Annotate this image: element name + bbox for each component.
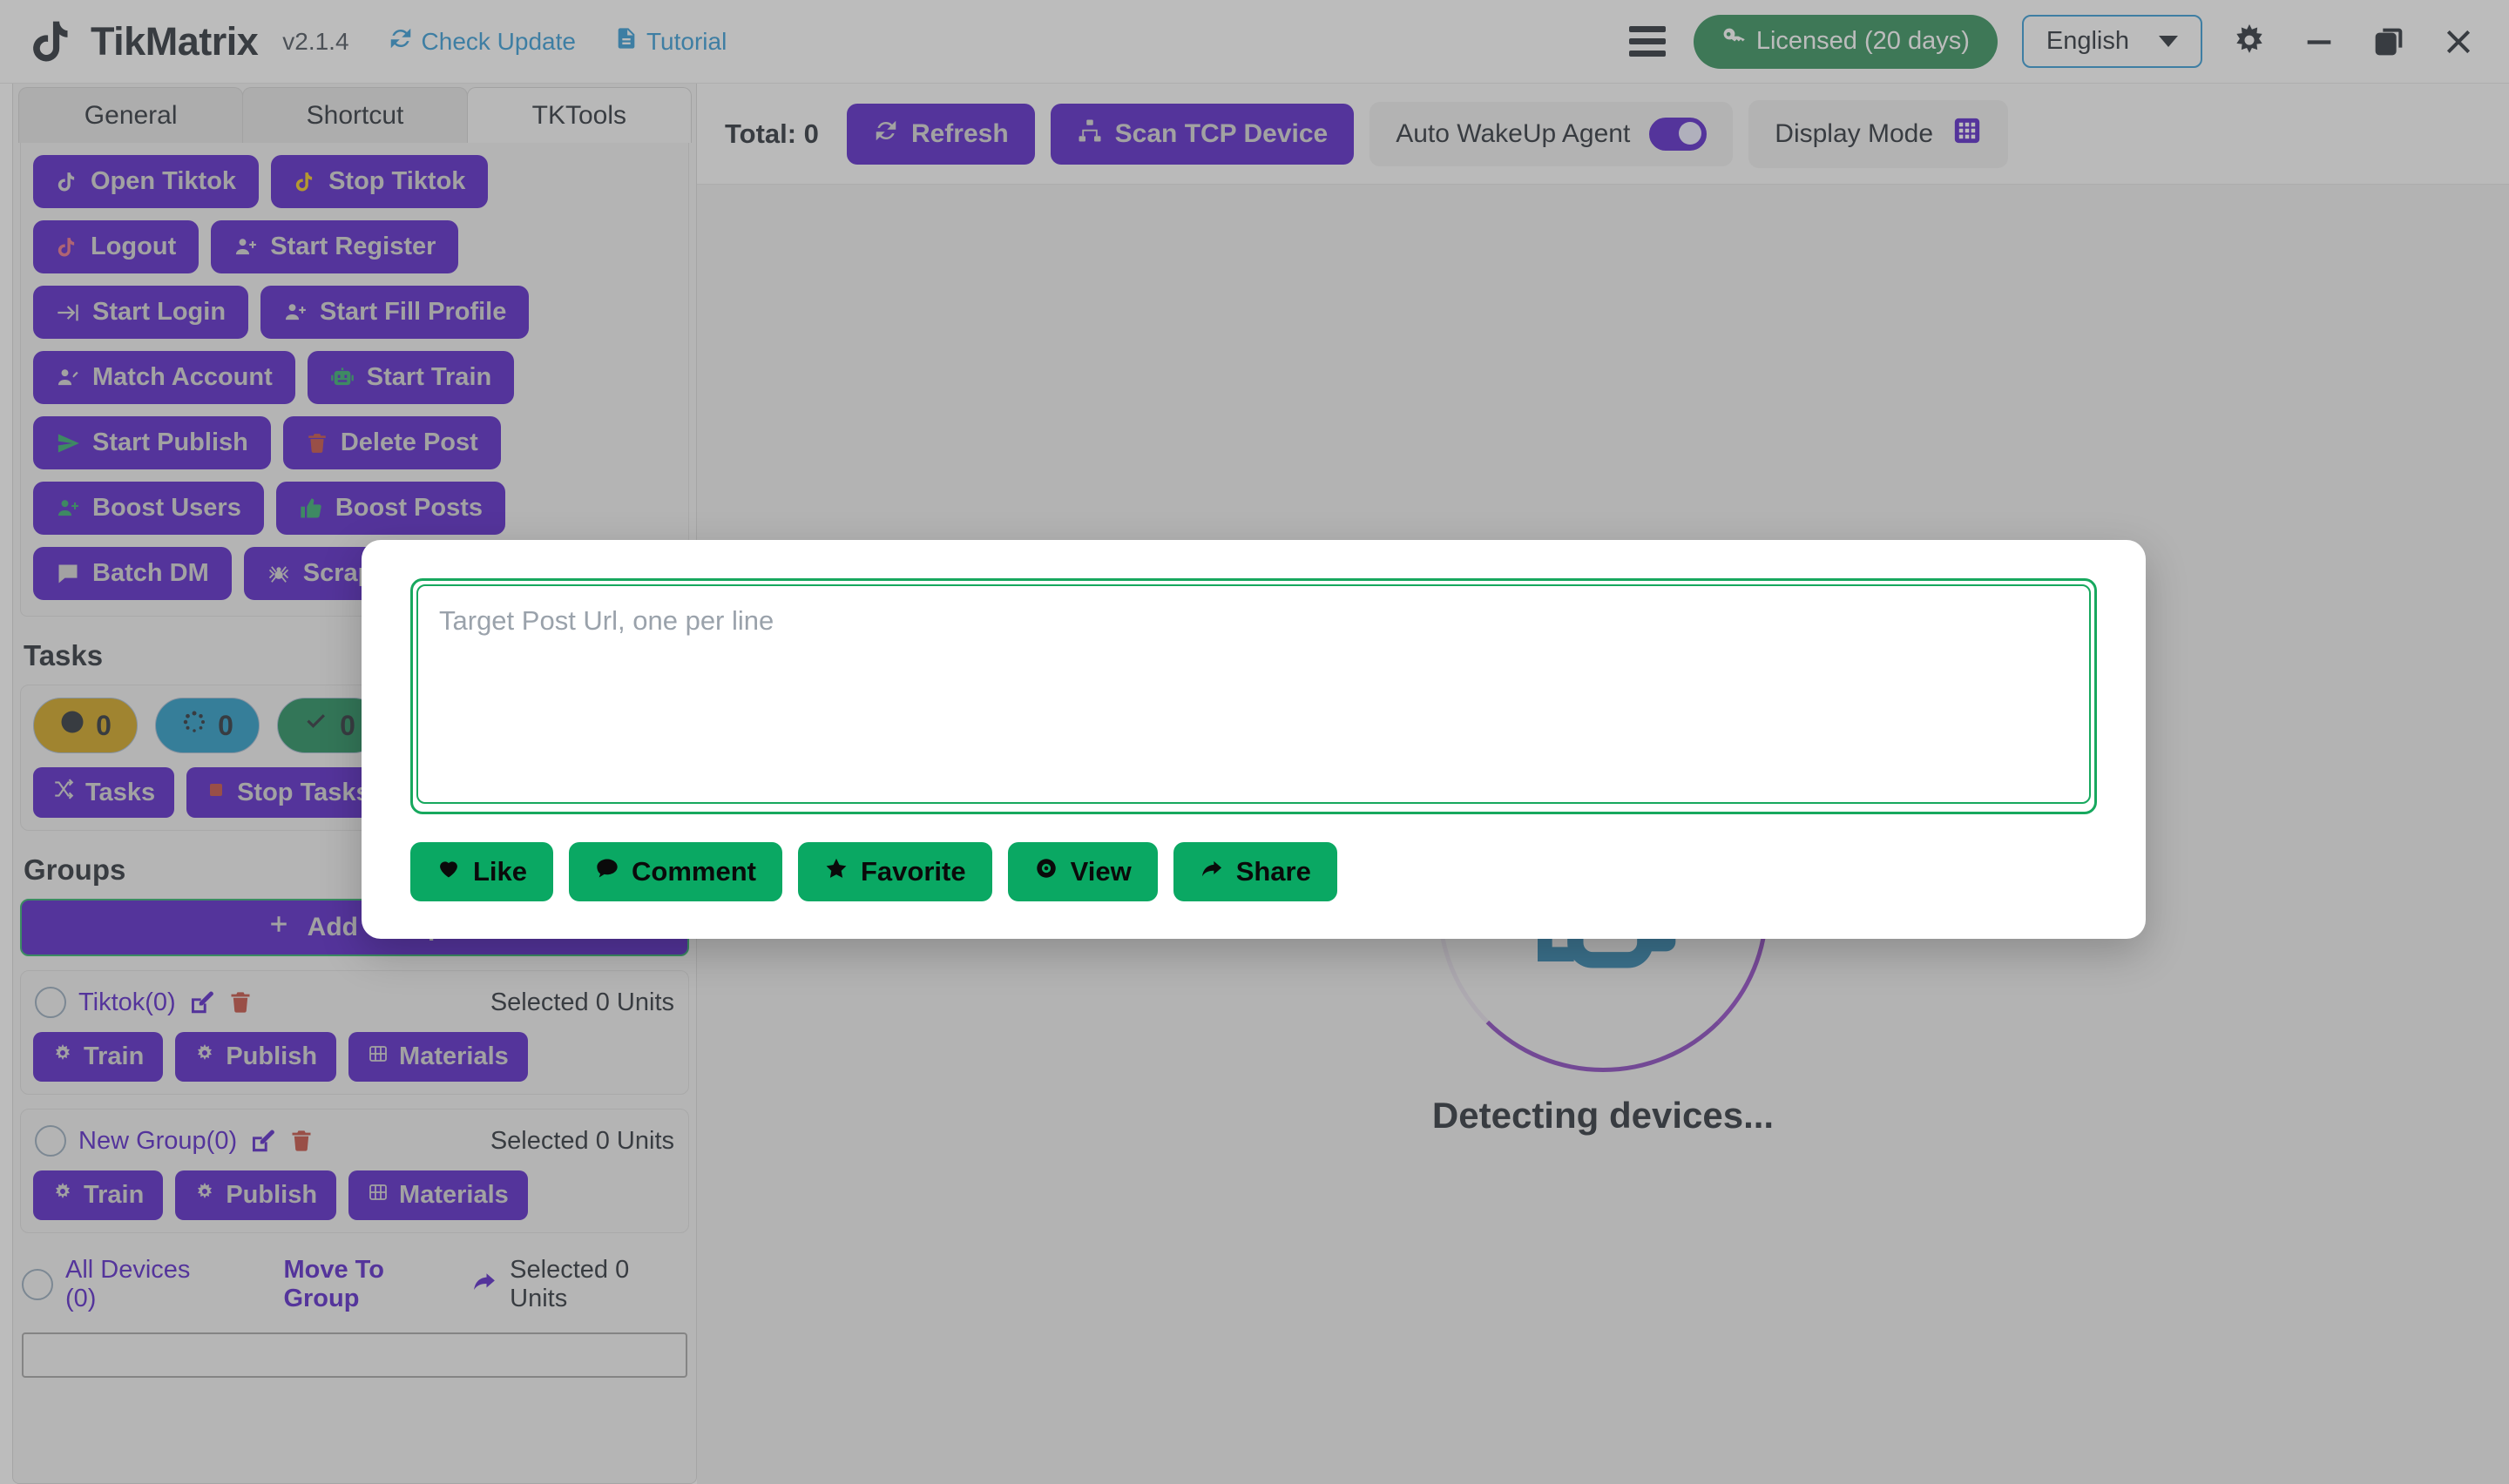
star-icon (824, 856, 849, 887)
textarea-wrapper (410, 578, 2097, 814)
eye-icon (1034, 856, 1058, 887)
target-post-url-input[interactable] (416, 584, 2091, 804)
share-button[interactable]: Share (1173, 842, 1337, 901)
modal-action-buttons: Like Comment Favorite View Share (410, 842, 2097, 901)
app-root: TikMatrix v2.1.4 Check Update Tutorial L… (0, 0, 2509, 1484)
view-label: View (1070, 856, 1132, 887)
comment-button[interactable]: Comment (569, 842, 782, 901)
like-button[interactable]: Like (410, 842, 554, 901)
comment-icon (595, 856, 619, 887)
like-label: Like (473, 856, 528, 887)
comment-label: Comment (632, 856, 756, 887)
share-arrow-icon (1200, 856, 1224, 887)
favorite-button[interactable]: Favorite (797, 842, 992, 901)
share-label: Share (1235, 856, 1311, 887)
favorite-label: Favorite (860, 856, 966, 887)
heart-icon (436, 856, 461, 887)
boost-posts-modal: Like Comment Favorite View Share (362, 540, 2146, 939)
view-button[interactable]: View (1007, 842, 1158, 901)
